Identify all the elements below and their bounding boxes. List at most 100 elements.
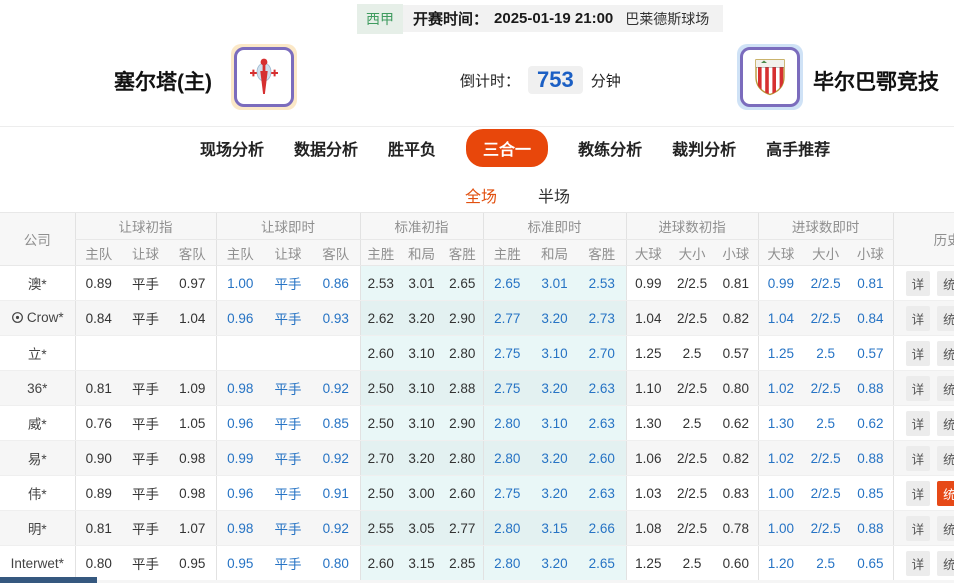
odds-cell[interactable]: 2.70 [578, 336, 626, 371]
company-cell[interactable]: 伟* [0, 476, 75, 511]
odds-cell[interactable]: 3.20 [531, 546, 578, 581]
stats-button[interactable]: 统 [937, 271, 954, 296]
odds-cell[interactable]: 2.66 [578, 511, 626, 546]
odds-cell[interactable]: 0.88 [848, 371, 893, 406]
stats-button[interactable]: 统 [937, 306, 954, 331]
odds-cell[interactable]: 2.75 [483, 371, 531, 406]
odds-cell[interactable]: 0.84 [848, 301, 893, 336]
odds-cell[interactable]: 2/2.5 [803, 441, 848, 476]
odds-cell[interactable]: 2.77 [483, 301, 531, 336]
odds-cell[interactable]: 2.73 [578, 301, 626, 336]
detail-button[interactable]: 详 [906, 376, 931, 401]
league-badge[interactable]: 西甲 [357, 4, 403, 34]
odds-cell[interactable]: 0.81 [848, 266, 893, 301]
odds-cell[interactable]: 2.60 [578, 441, 626, 476]
odds-cell[interactable]: 0.98 [216, 511, 264, 546]
tab-three-in-one[interactable]: 三合一 [466, 129, 548, 167]
odds-cell[interactable]: 2.63 [578, 371, 626, 406]
detail-button[interactable]: 详 [906, 341, 931, 366]
odds-cell[interactable]: 2/2.5 [803, 511, 848, 546]
odds-cell[interactable]: 平手 [264, 266, 312, 301]
odds-cell[interactable]: 1.30 [758, 406, 803, 441]
odds-cell[interactable]: 2.80 [483, 406, 531, 441]
detail-button[interactable]: 详 [906, 481, 931, 506]
detail-button[interactable]: 详 [906, 306, 931, 331]
odds-cell[interactable]: 2/2.5 [803, 301, 848, 336]
odds-cell[interactable]: 1.02 [758, 441, 803, 476]
stats-button[interactable]: 统 [937, 481, 954, 506]
company-cell[interactable]: 易* [0, 441, 75, 476]
odds-cell[interactable]: 0.65 [848, 546, 893, 581]
company-cell[interactable]: Interwet* [0, 546, 75, 581]
odds-cell[interactable]: 平手 [264, 406, 312, 441]
tab-live-analysis[interactable]: 现场分析 [200, 136, 264, 160]
stats-button[interactable]: 统 [937, 341, 954, 366]
odds-cell[interactable]: 0.93 [312, 301, 360, 336]
stats-button[interactable]: 统 [937, 411, 954, 436]
odds-cell[interactable]: 3.10 [531, 406, 578, 441]
odds-cell[interactable]: 0.95 [216, 546, 264, 581]
detail-button[interactable]: 详 [906, 551, 931, 576]
odds-cell[interactable]: 0.96 [216, 301, 264, 336]
odds-cell[interactable]: 1.04 [758, 301, 803, 336]
odds-cell[interactable]: 3.01 [531, 266, 578, 301]
odds-cell[interactable]: 2.5 [803, 336, 848, 371]
detail-button[interactable]: 详 [906, 271, 931, 296]
odds-cell[interactable]: 0.96 [216, 406, 264, 441]
odds-cell[interactable]: 0.99 [216, 441, 264, 476]
company-cell[interactable]: 立* [0, 336, 75, 371]
odds-cell[interactable]: 0.85 [848, 476, 893, 511]
odds-cell[interactable]: 1.00 [758, 511, 803, 546]
odds-cell[interactable]: 3.20 [531, 476, 578, 511]
company-cell[interactable]: 威* [0, 406, 75, 441]
odds-cell[interactable]: 3.10 [531, 336, 578, 371]
odds-cell[interactable]: 2.63 [578, 406, 626, 441]
odds-cell[interactable]: 3.20 [531, 371, 578, 406]
tab-data-analysis[interactable]: 数据分析 [294, 136, 358, 160]
odds-cell[interactable]: 0.62 [848, 406, 893, 441]
odds-cell[interactable]: 0.96 [216, 476, 264, 511]
odds-cell[interactable]: 0.86 [312, 266, 360, 301]
odds-cell[interactable]: 0.92 [312, 371, 360, 406]
company-cell[interactable]: 36* [0, 371, 75, 406]
odds-cell[interactable]: 2.65 [578, 546, 626, 581]
odds-cell[interactable]: 平手 [264, 476, 312, 511]
odds-cell[interactable]: 0.85 [312, 406, 360, 441]
tab-coach-analysis[interactable]: 教练分析 [578, 136, 642, 160]
tab-referee-analysis[interactable]: 裁判分析 [672, 136, 736, 160]
odds-cell[interactable]: 0.88 [848, 511, 893, 546]
stats-button[interactable]: 统 [937, 376, 954, 401]
odds-cell[interactable]: 平手 [264, 441, 312, 476]
odds-cell[interactable]: 平手 [264, 301, 312, 336]
odds-cell[interactable]: 1.00 [216, 266, 264, 301]
odds-cell[interactable]: 0.57 [848, 336, 893, 371]
away-team-name[interactable]: 毕尔巴鄂竞技 [813, 66, 939, 96]
odds-cell[interactable]: 2.80 [483, 441, 531, 476]
odds-cell[interactable]: 平手 [264, 371, 312, 406]
odds-cell[interactable]: 2/2.5 [803, 266, 848, 301]
tab-win-draw-lose[interactable]: 胜平负 [388, 136, 436, 160]
tab-expert-picks[interactable]: 高手推荐 [766, 136, 830, 160]
odds-cell[interactable]: 2/2.5 [803, 371, 848, 406]
stats-button[interactable]: 统 [937, 551, 954, 576]
odds-cell[interactable]: 3.15 [531, 511, 578, 546]
company-cell[interactable]: 澳* [0, 266, 75, 301]
odds-cell[interactable]: 0.91 [312, 476, 360, 511]
odds-cell[interactable]: 0.98 [216, 371, 264, 406]
detail-button[interactable]: 详 [906, 446, 931, 471]
odds-cell[interactable]: 1.20 [758, 546, 803, 581]
odds-cell[interactable]: 2.5 [803, 406, 848, 441]
odds-cell[interactable]: 1.02 [758, 371, 803, 406]
odds-cell[interactable]: 2.65 [483, 266, 531, 301]
stats-button[interactable]: 统 [937, 446, 954, 471]
odds-cell[interactable]: 2.80 [483, 511, 531, 546]
odds-cell[interactable]: 3.20 [531, 441, 578, 476]
odds-cell[interactable]: 0.99 [758, 266, 803, 301]
odds-cell[interactable]: 2.53 [578, 266, 626, 301]
odds-cell[interactable]: 1.00 [758, 476, 803, 511]
odds-cell[interactable]: 2.5 [803, 546, 848, 581]
odds-cell[interactable]: 2.80 [483, 546, 531, 581]
odds-cell[interactable]: 平手 [264, 511, 312, 546]
detail-button[interactable]: 详 [906, 411, 931, 436]
company-cell[interactable]: Crow* [0, 301, 75, 336]
